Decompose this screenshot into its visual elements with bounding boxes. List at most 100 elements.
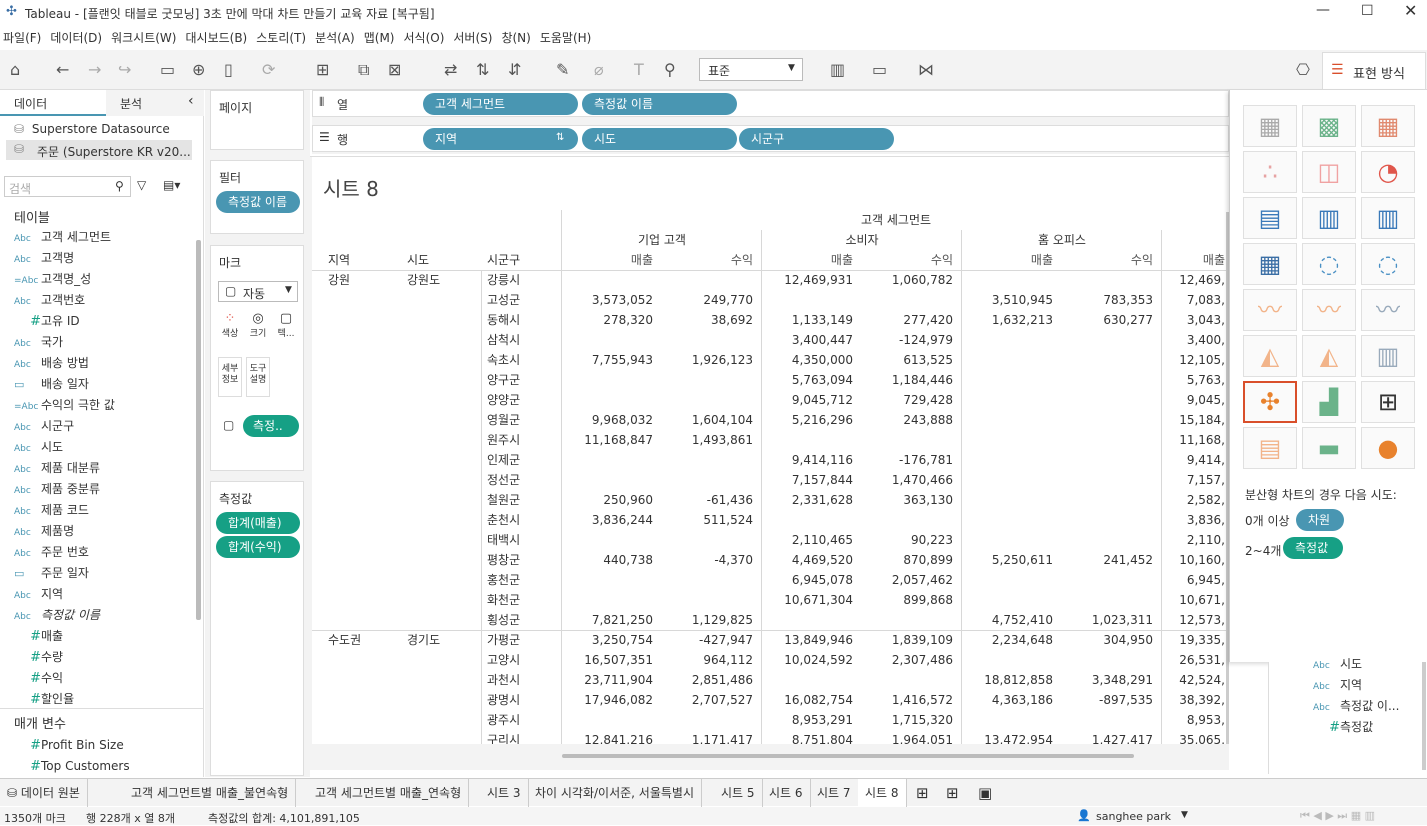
- tab-sheet[interactable]: 고객 세그먼트별 매출_불연속형: [124, 779, 297, 807]
- tab-sheet[interactable]: 시트 6: [762, 779, 811, 807]
- undo-icon[interactable]: ←: [56, 60, 69, 79]
- horizontal-scrollbar[interactable]: [562, 754, 1134, 758]
- swap-icon[interactable]: ⇄: [444, 60, 457, 79]
- tab-sheet[interactable]: 고객 세그먼트별 매출_연속형: [308, 779, 470, 807]
- param-item[interactable]: #Top Customers: [14, 756, 130, 777]
- tab-datasource[interactable]: ⛁ 데이터 원본: [0, 779, 88, 807]
- area-discrete-thumb[interactable]: ◭: [1302, 335, 1356, 377]
- menu-analysis[interactable]: 분석(A): [312, 27, 361, 49]
- field-item[interactable]: Abc 제품 중분류: [14, 479, 100, 500]
- mark-type-select[interactable]: ▢ 자동 ▼: [218, 281, 298, 302]
- column-pill-segment[interactable]: 고객 세그먼트: [423, 93, 578, 115]
- field-item[interactable]: Abc 제품 대분류: [14, 458, 100, 479]
- tab-analysis[interactable]: 분석 ‹: [106, 90, 204, 116]
- field-item[interactable]: Abc 지역: [1313, 675, 1362, 696]
- maximize-icon[interactable]: ☐: [1361, 3, 1374, 19]
- menu-data[interactable]: 데이터(D): [47, 27, 108, 49]
- label-button[interactable]: ▢ 텍...: [274, 311, 298, 351]
- menu-help[interactable]: 도움말(H): [537, 27, 598, 49]
- color-button[interactable]: ⁘ 색상: [218, 311, 242, 351]
- menu-map[interactable]: 맵(M): [361, 27, 401, 49]
- show-cards-icon[interactable]: ▥: [830, 60, 845, 79]
- new-story-icon[interactable]: ▣: [978, 784, 992, 802]
- menu-worksheet[interactable]: 워크시트(W): [108, 27, 182, 49]
- field-item[interactable]: ▭ 배송 일자: [14, 374, 89, 395]
- box-whisker-thumb[interactable]: ⊞: [1361, 381, 1415, 423]
- stacked-bar-thumb[interactable]: ▥: [1302, 197, 1356, 239]
- tab-sheet[interactable]: 시트 5: [714, 779, 763, 807]
- labels-icon[interactable]: T: [634, 60, 644, 79]
- symbol-map-thumb[interactable]: ∴: [1243, 151, 1297, 193]
- sort-icon[interactable]: ⇅: [556, 132, 564, 143]
- save-icon[interactable]: ▭: [160, 60, 175, 79]
- field-item[interactable]: #측정값: [1313, 717, 1373, 738]
- pin-icon[interactable]: ⚲: [664, 60, 676, 79]
- field-item[interactable]: #할인율: [14, 689, 74, 710]
- collapse-icon[interactable]: ‹: [188, 93, 194, 109]
- menu-format[interactable]: 서식(O): [401, 27, 451, 49]
- marks-text-pill[interactable]: 측정..: [243, 415, 299, 437]
- param-item[interactable]: #Profit Bin Size: [14, 735, 124, 756]
- menu-dashboard[interactable]: 대시보드(B): [182, 27, 253, 49]
- filters-card[interactable]: 필터 측정값 이름: [210, 160, 304, 234]
- column-pill-measure-names[interactable]: 측정값 이름: [582, 93, 737, 115]
- scrollbar[interactable]: [1422, 662, 1426, 770]
- histogram-thumb[interactable]: ▟: [1302, 381, 1356, 423]
- tab-sheet-active[interactable]: 시트 8: [858, 779, 907, 807]
- columns-shelf[interactable]: ⦀ 열 고객 세그먼트 측정값 이름: [312, 90, 1229, 117]
- redo-icon[interactable]: →: [88, 60, 101, 79]
- filled-map-thumb[interactable]: ◫: [1302, 151, 1356, 193]
- share-icon[interactable]: ⋈: [918, 60, 934, 79]
- menu-window[interactable]: 창(N): [498, 27, 536, 49]
- detail-button[interactable]: 세부 정보: [218, 357, 242, 397]
- row-pill-province[interactable]: 시도: [582, 128, 737, 150]
- chevron-down-icon[interactable]: ▼: [1181, 810, 1188, 820]
- rows-shelf[interactable]: ☰ 행 지역 ⇅ 시도 시군구: [312, 125, 1229, 152]
- field-item[interactable]: Abc 고객번호: [14, 290, 85, 311]
- field-item[interactable]: Abc 국가: [14, 332, 63, 353]
- scrollbar[interactable]: [196, 240, 201, 620]
- packed-bubbles-thumb[interactable]: ●: [1361, 427, 1415, 469]
- highlight-icon[interactable]: ✎: [556, 60, 569, 79]
- field-item[interactable]: #수익: [14, 668, 63, 689]
- tooltip-button[interactable]: 도구 설명: [246, 357, 270, 397]
- new-datasource-icon[interactable]: ⊕: [192, 60, 205, 79]
- user-name[interactable]: sanghee park: [1096, 810, 1171, 823]
- view-options-icon[interactable]: ▤▾: [163, 178, 180, 192]
- datasource-item[interactable]: ⛁ Superstore Datasource: [14, 122, 170, 136]
- side-by-side-circle-thumb[interactable]: ◌: [1361, 243, 1415, 285]
- duplicate-icon[interactable]: ⧉: [358, 60, 369, 80]
- new-dashboard-icon[interactable]: ⊞: [946, 784, 959, 802]
- tab-sheet[interactable]: 차이 시각화/이서준, 서울특별시: [528, 779, 703, 807]
- field-item[interactable]: Abc 제품명: [14, 521, 74, 542]
- pause-icon[interactable]: ▯: [224, 60, 233, 79]
- field-item[interactable]: #매출: [14, 626, 63, 647]
- treemap-thumb[interactable]: ▦: [1243, 243, 1297, 285]
- field-item[interactable]: Abc 측정값 이름: [14, 605, 100, 626]
- measure-pill-sales[interactable]: 합계(매출): [216, 512, 300, 534]
- field-item[interactable]: Abc 시군구: [14, 416, 74, 437]
- replay-icon[interactable]: ↪: [118, 60, 131, 79]
- menu-file[interactable]: 파일(F): [0, 27, 47, 49]
- field-item[interactable]: Abc 고객명: [14, 248, 74, 269]
- tooltip-icon[interactable]: ⎔: [1296, 60, 1310, 79]
- field-item[interactable]: Abc 시도: [14, 437, 63, 458]
- presentation-icon[interactable]: ▭: [872, 60, 887, 79]
- gantt-thumb[interactable]: ▤: [1243, 427, 1297, 469]
- clear-sheet-icon[interactable]: ⊠: [388, 60, 401, 79]
- refresh-icon[interactable]: ⟳: [262, 60, 275, 79]
- circle-view-thumb[interactable]: ◌: [1302, 243, 1356, 285]
- minimize-icon[interactable]: —: [1316, 2, 1330, 18]
- new-sheet-icon[interactable]: ⊞: [316, 60, 329, 79]
- field-item[interactable]: Abc 제품 코드: [14, 500, 89, 521]
- field-item[interactable]: =Abc 수익의 극한 값: [14, 395, 115, 416]
- row-pill-region[interactable]: 지역: [423, 128, 578, 150]
- close-icon[interactable]: ✕: [1404, 1, 1417, 20]
- showme-button[interactable]: ☰ 표현 방식: [1322, 52, 1426, 89]
- field-item[interactable]: Abc 배송 방법: [14, 353, 89, 374]
- tab-sheet[interactable]: 시트 3: [480, 779, 529, 807]
- continuous-line-thumb[interactable]: 〰: [1243, 289, 1297, 331]
- field-item[interactable]: ▭ 주문 일자: [14, 563, 89, 584]
- pie-chart-thumb[interactable]: ◔: [1361, 151, 1415, 193]
- horizontal-bar-thumb[interactable]: ▤: [1243, 197, 1297, 239]
